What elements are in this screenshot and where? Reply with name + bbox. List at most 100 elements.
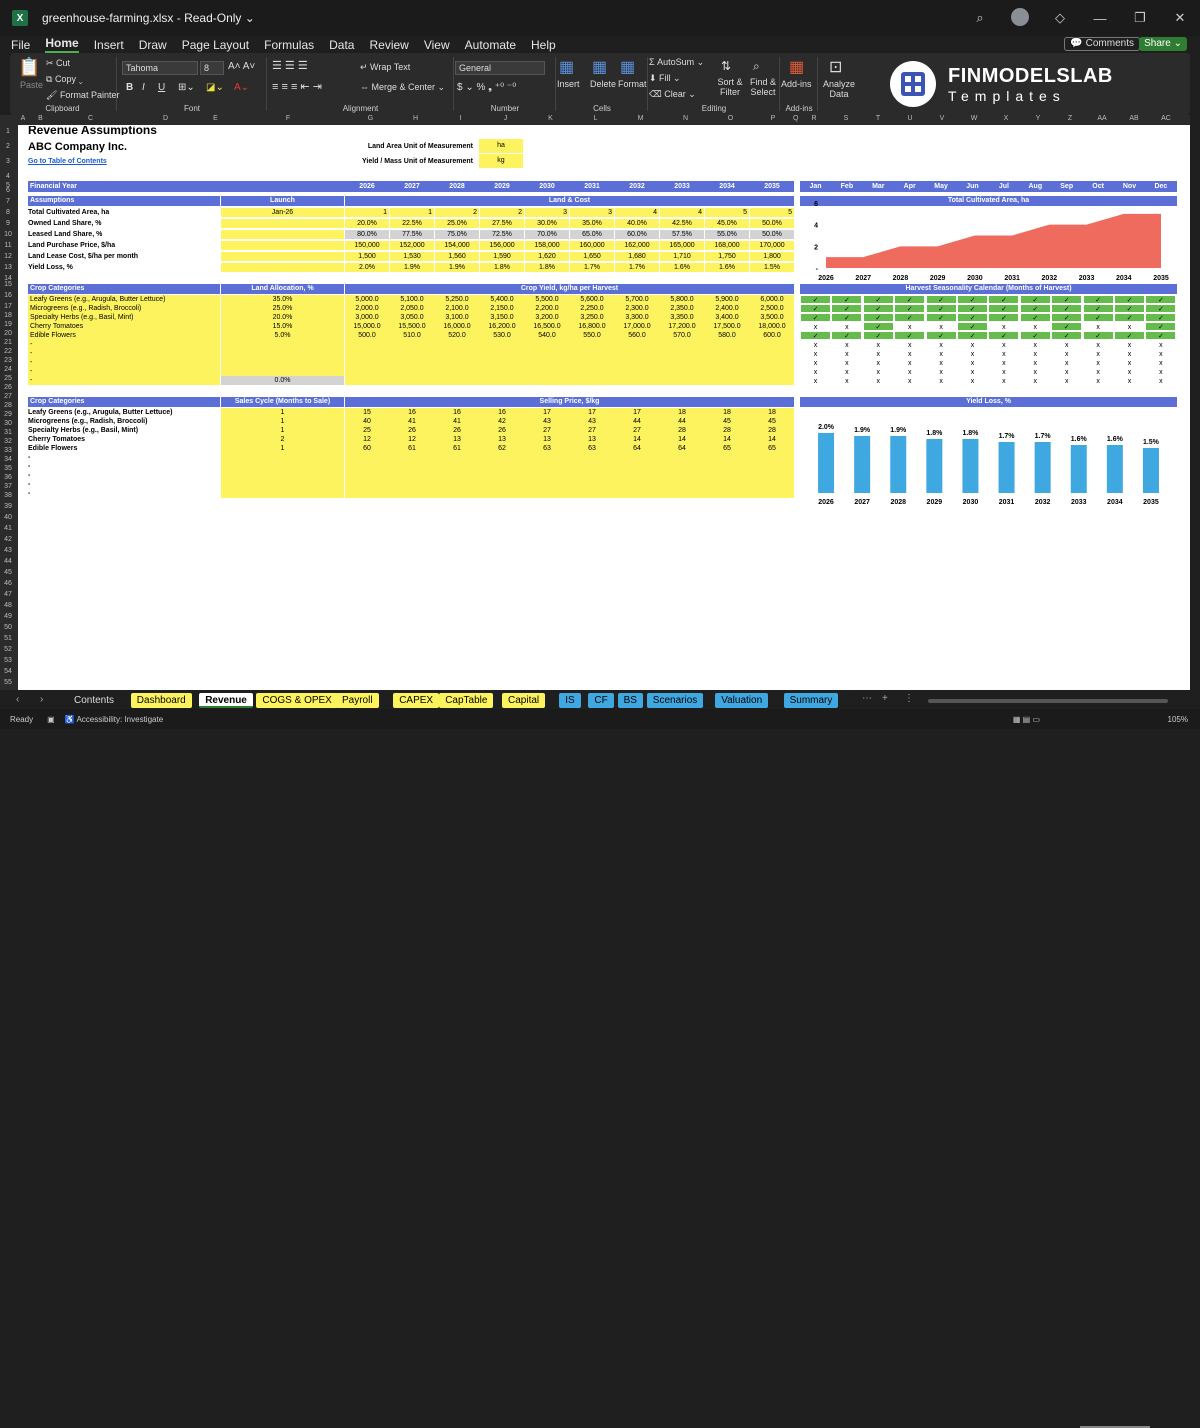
harvest-check-icon[interactable]: ✓ (862, 313, 894, 322)
harvest-check-icon[interactable]: ✓ (1114, 295, 1145, 304)
tab-options-icon[interactable]: ⋮ (904, 693, 914, 704)
crop-yield-value[interactable]: 2,100.0 (435, 304, 479, 313)
row-header[interactable]: 42 (0, 536, 16, 543)
selling-price-value[interactable]: 26 (390, 426, 434, 435)
menu-formulas[interactable]: Formulas (264, 38, 314, 52)
selling-price-value[interactable]: 17 (570, 408, 614, 417)
assumption-value[interactable]: 1,560 (435, 252, 479, 261)
harvest-cross-icon[interactable]: x (862, 349, 894, 358)
harvest-cross-icon[interactable]: x (1114, 322, 1145, 331)
menu-data[interactable]: Data (329, 38, 354, 52)
number-format-select[interactable]: General (455, 61, 545, 75)
selling-price-value[interactable]: 65 (750, 444, 794, 453)
crop-yield-value[interactable]: 5,800.0 (660, 295, 704, 304)
harvest-cross-icon[interactable]: x (1145, 358, 1177, 367)
horizontal-scrollbar[interactable] (928, 699, 1168, 703)
crop-yield-value[interactable]: 540.0 (525, 331, 569, 340)
harvest-cross-icon[interactable]: x (1019, 376, 1051, 385)
selling-price-value[interactable]: 64 (615, 444, 659, 453)
selling-price-value[interactable]: 64 (660, 444, 704, 453)
sheet-tab-cf[interactable]: CF (588, 693, 614, 708)
harvest-check-icon[interactable]: ✓ (1019, 313, 1051, 322)
sales-cycle-cell[interactable] (221, 471, 344, 480)
harvest-cross-icon[interactable]: x (1082, 358, 1114, 367)
harvest-cross-icon[interactable]: x (1114, 367, 1145, 376)
harvest-cross-icon[interactable]: x (894, 358, 926, 367)
row-header[interactable]: 9 (0, 220, 16, 227)
land-allocation-cell[interactable]: 35.0% (221, 295, 344, 304)
merge-center-button[interactable]: ⇔ Merge & Center ⌄ (360, 82, 445, 93)
assumption-value[interactable]: 1,500 (345, 252, 389, 261)
sheet-tab-capex[interactable]: CAPEX (393, 693, 440, 708)
tab-prev-icon[interactable]: ‹ (16, 694, 19, 705)
sales-cycle-cell[interactable] (221, 489, 344, 498)
italic-button[interactable]: I (142, 82, 145, 93)
assumption-value[interactable]: 55.0% (705, 230, 749, 239)
font-name-select[interactable]: Tahoma (122, 61, 198, 75)
crop-yield-value[interactable]: 3,250.0 (570, 313, 614, 322)
sheet-tab-scenarios[interactable]: Scenarios (646, 693, 704, 708)
assumption-value[interactable]: 40.0% (615, 219, 659, 228)
row-header[interactable]: 41 (0, 525, 16, 532)
row-header[interactable]: 10 (0, 231, 16, 238)
crop-name[interactable]: Specialty Herbs (e.g., Basil, Mint) (28, 313, 220, 322)
tab-next-icon[interactable]: › (40, 694, 43, 705)
harvest-check-icon[interactable]: ✓ (894, 331, 926, 340)
harvest-check-icon[interactable]: ✓ (1051, 322, 1083, 331)
menu-page-layout[interactable]: Page Layout (182, 38, 249, 52)
menu-file[interactable]: File (11, 38, 30, 52)
sales-cycle-cell[interactable] (221, 453, 344, 462)
harvest-cross-icon[interactable]: x (862, 340, 894, 349)
land-allocation-cell[interactable] (221, 367, 344, 376)
assumption-value[interactable]: 1.9% (435, 263, 479, 272)
harvest-cross-icon[interactable]: x (1114, 349, 1145, 358)
column-header[interactable]: U (894, 115, 926, 122)
crop-yield-value[interactable]: 5,000.0 (345, 295, 389, 304)
harvest-check-icon[interactable]: ✓ (988, 295, 1020, 304)
harvest-check-icon[interactable]: ✓ (800, 295, 831, 304)
harvest-cross-icon[interactable]: x (862, 367, 894, 376)
selling-price-value[interactable]: 14 (660, 435, 704, 444)
delete-cells-icon[interactable]: ▦ (592, 57, 607, 77)
selling-price-value[interactable]: 18 (750, 408, 794, 417)
selling-price-value[interactable]: 13 (570, 435, 614, 444)
paste-button[interactable]: Paste (20, 80, 43, 90)
crop-yield-value[interactable]: 2,250.0 (570, 304, 614, 313)
zoom-level[interactable]: 105% (1168, 715, 1188, 724)
column-header[interactable]: V (926, 115, 958, 122)
crop-yield-value[interactable]: 17,200.0 (660, 322, 704, 331)
crop-yield-value[interactable]: 580.0 (705, 331, 749, 340)
crop-name[interactable]: - (28, 367, 220, 376)
harvest-check-icon[interactable]: ✓ (988, 304, 1020, 313)
assumption-value[interactable]: 158,000 (525, 241, 569, 250)
row-header[interactable]: 25 (0, 375, 16, 382)
fill-color-icon[interactable]: ◪⌄ (206, 82, 224, 93)
harvest-cross-icon[interactable]: x (1145, 349, 1177, 358)
sheet-tab-cogs-opex[interactable]: COGS & OPEX (256, 693, 338, 708)
harvest-check-icon[interactable]: ✓ (1145, 313, 1177, 322)
harvest-check-icon[interactable]: ✓ (894, 295, 926, 304)
crop-yield-value[interactable]: 3,050.0 (390, 313, 434, 322)
assumption-value[interactable]: 1.7% (615, 263, 659, 272)
assumption-value[interactable]: 77.5% (390, 230, 434, 239)
assumption-value[interactable]: 5 (750, 208, 794, 217)
row-header[interactable]: 22 (0, 348, 16, 355)
row-header[interactable]: 20 (0, 330, 16, 337)
harvest-check-icon[interactable]: ✓ (831, 304, 863, 313)
harvest-check-icon[interactable]: ✓ (957, 322, 988, 331)
land-allocation-cell[interactable]: 0.0% (221, 376, 344, 385)
sheet-tab-valuation[interactable]: Valuation (715, 693, 769, 708)
addins-icon[interactable]: ▦ (789, 57, 804, 77)
row-header[interactable]: 28 (0, 402, 16, 409)
harvest-cross-icon[interactable]: x (831, 358, 863, 367)
menu-insert[interactable]: Insert (94, 38, 124, 52)
harvest-check-icon[interactable]: ✓ (862, 322, 894, 331)
toc-link[interactable]: Go to Table of Contents (28, 157, 107, 166)
row-header[interactable]: 37 (0, 483, 16, 490)
selling-price-value[interactable]: 13 (435, 435, 479, 444)
row-header[interactable]: 6 (0, 187, 16, 194)
assumption-value[interactable]: 70.0% (525, 230, 569, 239)
column-header[interactable]: W (958, 115, 990, 122)
crop-yield-value[interactable]: 5,900.0 (705, 295, 749, 304)
crop-yield-value[interactable]: 5,400.0 (480, 295, 524, 304)
